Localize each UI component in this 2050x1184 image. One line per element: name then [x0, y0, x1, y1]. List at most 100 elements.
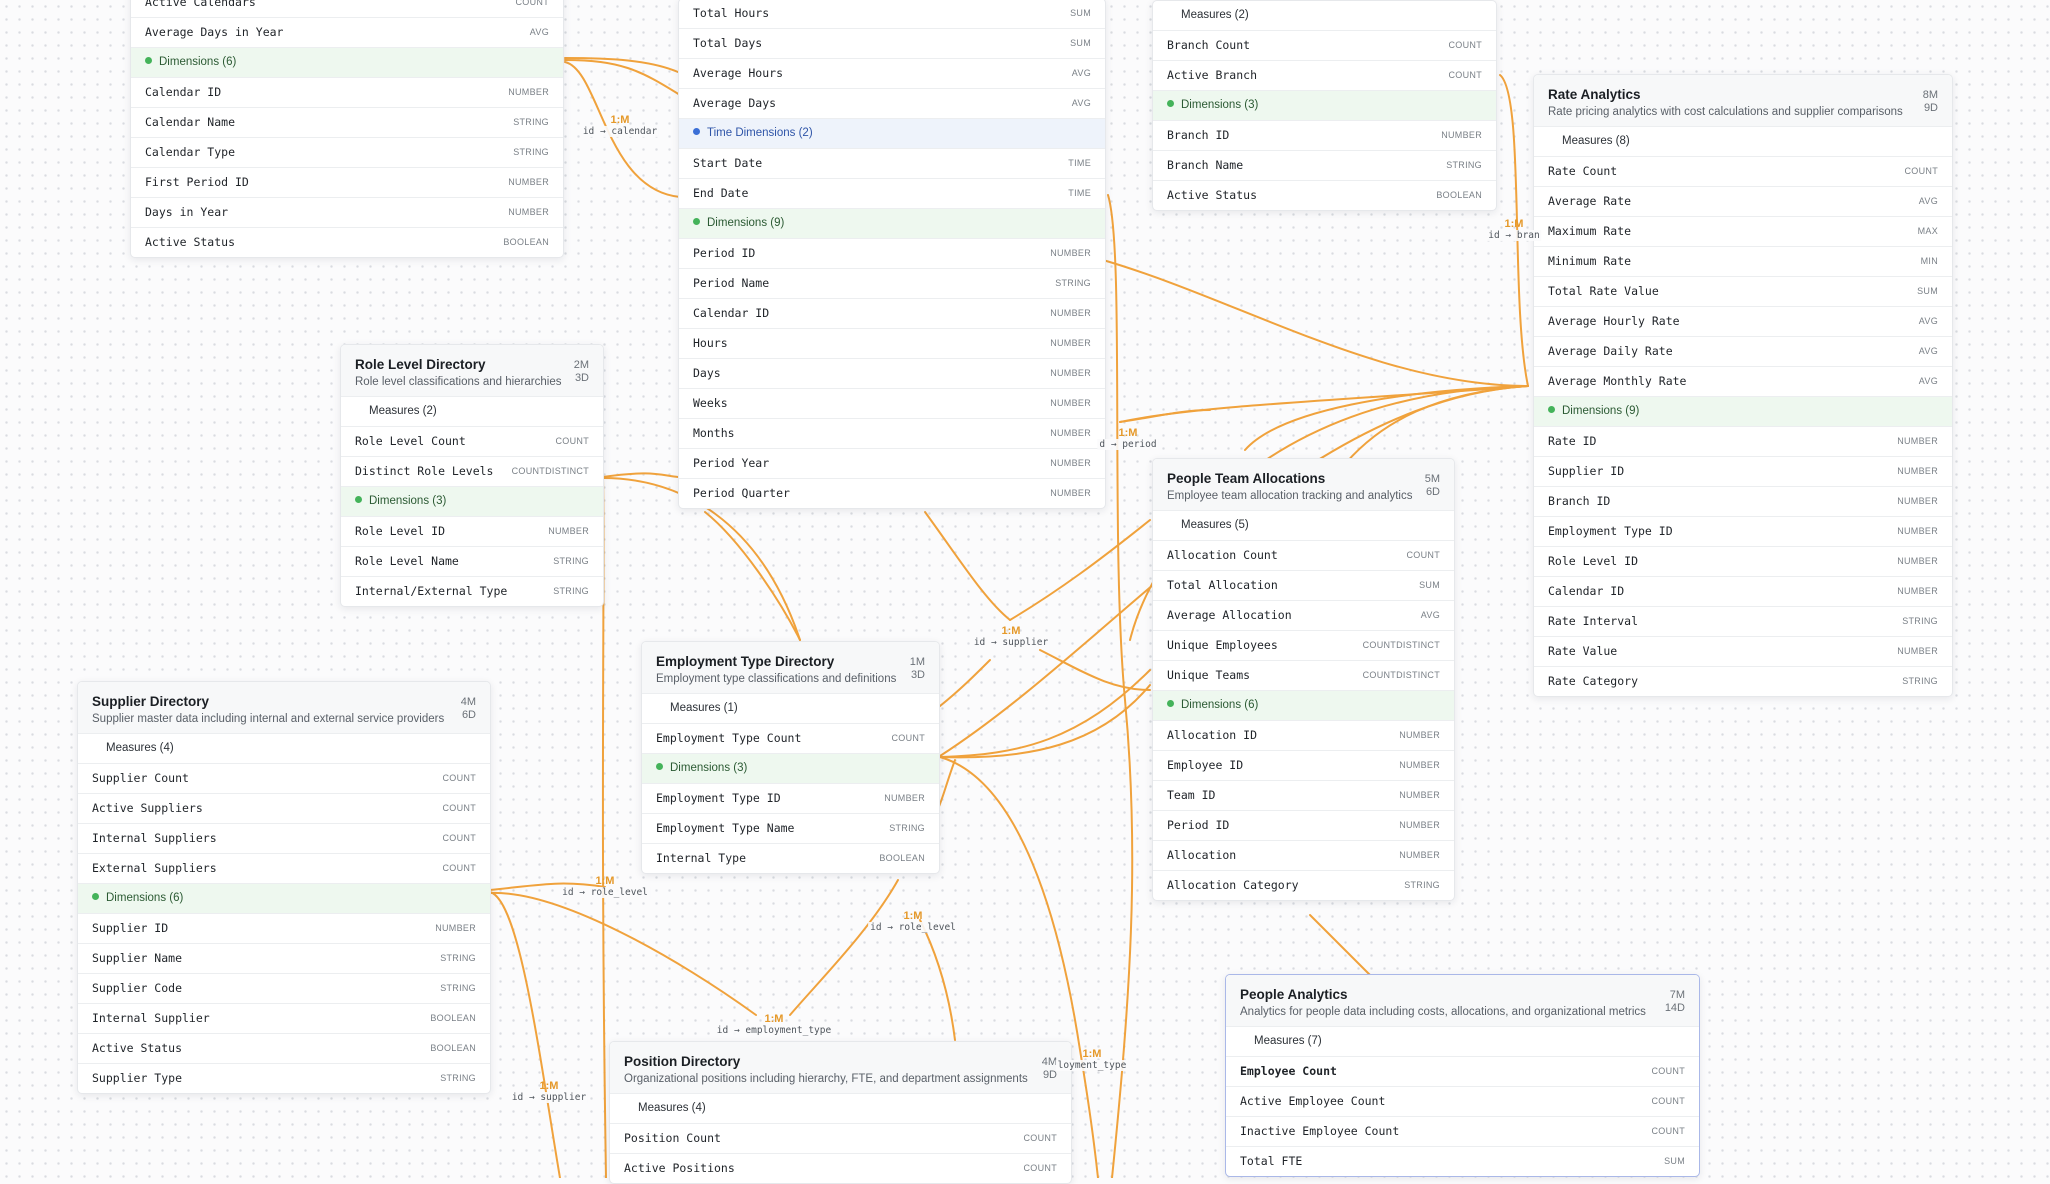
dimension-row[interactable]: Active Status BOOLEAN [1153, 181, 1496, 210]
dimension-row[interactable]: Period Name STRING [679, 269, 1105, 299]
dimension-row[interactable]: Days in Year NUMBER [131, 198, 563, 228]
measure-row[interactable]: Unique Teams COUNTDISTINCT [1153, 661, 1454, 691]
measures-section-header[interactable]: Measures (4) [610, 1094, 1071, 1124]
entity-card-branches[interactable]: Measures (2) Branch Count COUNT Active Bran… [1152, 0, 1497, 211]
dimension-row[interactable]: Employee ID NUMBER [1153, 751, 1454, 781]
entity-header[interactable]: Supplier Directory Supplier master data i… [78, 682, 490, 734]
measure-row[interactable]: Total Allocation SUM [1153, 571, 1454, 601]
measure-row[interactable]: Unique Employees COUNTDISTINCT [1153, 631, 1454, 661]
measure-row[interactable]: External Suppliers COUNT [78, 854, 490, 884]
measure-row[interactable]: Average Allocation AVG [1153, 601, 1454, 631]
measure-row[interactable]: Average Rate AVG [1534, 187, 1952, 217]
measure-row[interactable]: Total Rate Value SUM [1534, 277, 1952, 307]
dimension-row[interactable]: Internal/External Type STRING [341, 577, 603, 606]
entity-card-suppliers[interactable]: Supplier Directory Supplier master data i… [77, 681, 491, 1094]
entity-card-employment-types[interactable]: Employment Type Directory Employment type… [641, 641, 940, 874]
measure-row[interactable]: Maximum Rate MAX [1534, 217, 1952, 247]
dimension-row[interactable]: Calendar ID NUMBER [679, 299, 1105, 329]
edge-label-calendar[interactable]: 1:M id → calendar [580, 114, 660, 137]
time-dimensions-section-header[interactable]: Time Dimensions (2) [679, 119, 1105, 149]
measure-row[interactable]: Employment Type Count COUNT [642, 724, 939, 754]
dimension-row[interactable]: Supplier Code STRING [78, 974, 490, 1004]
measure-row[interactable]: Active Calendars COUNT [131, 0, 563, 18]
measure-row[interactable]: Active Branch COUNT [1153, 61, 1496, 91]
dimension-row[interactable]: Supplier ID NUMBER [78, 914, 490, 944]
dimension-row[interactable]: Allocation NUMBER [1153, 841, 1454, 871]
dimension-row[interactable]: Weeks NUMBER [679, 389, 1105, 419]
measure-row[interactable]: Employee Count COUNT [1226, 1057, 1699, 1087]
dimension-row[interactable]: Months NUMBER [679, 419, 1105, 449]
entity-header[interactable]: Role Level Directory Role level classific… [341, 345, 603, 397]
dimensions-section-header[interactable]: Dimensions (3) [341, 487, 603, 517]
measures-section-header[interactable]: Measures (2) [341, 397, 603, 427]
dimension-row[interactable]: Period Quarter NUMBER [679, 479, 1105, 508]
measures-section-header[interactable]: Measures (2) [1153, 1, 1496, 31]
measure-row[interactable]: Branch Count COUNT [1153, 31, 1496, 61]
measure-row[interactable]: Allocation Count COUNT [1153, 541, 1454, 571]
measure-row[interactable]: Average Hourly Rate AVG [1534, 307, 1952, 337]
dimension-row[interactable]: Hours NUMBER [679, 329, 1105, 359]
dimension-row[interactable]: Branch ID NUMBER [1153, 121, 1496, 151]
edge-label-supplier-mid[interactable]: 1:M id → supplier [971, 625, 1051, 648]
measure-row[interactable]: Average Daily Rate AVG [1534, 337, 1952, 367]
measure-row[interactable]: Active Suppliers COUNT [78, 794, 490, 824]
dimension-row[interactable]: Allocation ID NUMBER [1153, 721, 1454, 751]
dimension-row[interactable]: Allocation Category STRING [1153, 871, 1454, 900]
dimension-row[interactable]: Supplier Type STRING [78, 1064, 490, 1093]
measure-row[interactable]: Total Hours SUM [679, 0, 1105, 29]
dimension-row[interactable]: Role Level ID NUMBER [341, 517, 603, 547]
measures-section-header[interactable]: Measures (8) [1534, 127, 1952, 157]
edge-label-branch[interactable]: 1:M id → bran [1486, 218, 1542, 241]
dimension-row[interactable]: First Period ID NUMBER [131, 168, 563, 198]
dimension-row[interactable]: Calendar ID NUMBER [1534, 577, 1952, 607]
dimension-row[interactable]: Team ID NUMBER [1153, 781, 1454, 811]
measure-row[interactable]: Average Days in Year AVG [131, 18, 563, 48]
measure-row[interactable]: Total FTE SUM [1226, 1147, 1699, 1176]
entity-card-calendars[interactable]: Active Calendars COUNT Average Days in Yea… [130, 0, 564, 258]
dimension-row[interactable]: End Date TIME [679, 179, 1105, 209]
dimension-row[interactable]: Internal Supplier BOOLEAN [78, 1004, 490, 1034]
measure-row[interactable]: Inactive Employee Count COUNT [1226, 1117, 1699, 1147]
dimension-row[interactable]: Rate ID NUMBER [1534, 427, 1952, 457]
dimensions-section-header[interactable]: Dimensions (9) [1534, 397, 1952, 427]
entity-card-positions[interactable]: Position Directory Organizational positio… [609, 1041, 1072, 1184]
measures-section-header[interactable]: Measures (4) [78, 734, 490, 764]
dimensions-section-header[interactable]: Dimensions (9) [679, 209, 1105, 239]
measure-row[interactable]: Average Hours AVG [679, 59, 1105, 89]
measure-row[interactable]: Supplier Count COUNT [78, 764, 490, 794]
entity-card-rate-analytics[interactable]: Rate Analytics Rate pricing analytics wit… [1533, 74, 1953, 697]
measure-row[interactable]: Total Days SUM [679, 29, 1105, 59]
dimension-row[interactable]: Calendar Type STRING [131, 138, 563, 168]
dimension-row[interactable]: Rate Interval STRING [1534, 607, 1952, 637]
entity-header[interactable]: Employment Type Directory Employment type… [642, 642, 939, 694]
dimension-row[interactable]: Role Level Name STRING [341, 547, 603, 577]
dimension-row[interactable]: Branch Name STRING [1153, 151, 1496, 181]
measure-row[interactable]: Distinct Role Levels COUNTDISTINCT [341, 457, 603, 487]
entity-card-team-allocations[interactable]: People Team Allocations Employee team all… [1152, 458, 1455, 901]
dimension-row[interactable]: Employment Type ID NUMBER [1534, 517, 1952, 547]
measures-section-header[interactable]: Measures (5) [1153, 511, 1454, 541]
dimension-row[interactable]: Active Status BOOLEAN [131, 228, 563, 257]
entity-card-role-levels[interactable]: Role Level Directory Role level classific… [340, 344, 604, 607]
entity-card-people-analytics[interactable]: People Analytics Analytics for people dat… [1225, 974, 1700, 1177]
measure-row[interactable]: Active Employee Count COUNT [1226, 1087, 1699, 1117]
edge-label-employment-type-mid[interactable]: 1:M id → employment_type [714, 1013, 834, 1036]
measure-row[interactable]: Internal Suppliers COUNT [78, 824, 490, 854]
dimension-row[interactable]: Calendar ID NUMBER [131, 78, 563, 108]
dimension-row[interactable]: Rate Value NUMBER [1534, 637, 1952, 667]
dimension-row[interactable]: Period ID NUMBER [679, 239, 1105, 269]
dimension-row[interactable]: Internal Type BOOLEAN [642, 844, 939, 873]
measure-row[interactable]: Role Level Count COUNT [341, 427, 603, 457]
dimensions-section-header[interactable]: Dimensions (6) [1153, 691, 1454, 721]
edge-label-supplier-low[interactable]: 1:M id → supplier [509, 1080, 589, 1103]
dimension-row[interactable]: Calendar Name STRING [131, 108, 563, 138]
dimensions-section-header[interactable]: Dimensions (6) [131, 48, 563, 78]
dimension-row[interactable]: Employment Type Name STRING [642, 814, 939, 844]
dimension-row[interactable]: Period Year NUMBER [679, 449, 1105, 479]
dimension-row[interactable]: Rate Category STRING [1534, 667, 1952, 696]
edge-label-employment-type-right[interactable]: 1:M loyment_type [1055, 1048, 1129, 1071]
entity-header[interactable]: People Analytics Analytics for people dat… [1226, 975, 1699, 1027]
dimensions-section-header[interactable]: Dimensions (3) [1153, 91, 1496, 121]
dimension-row[interactable]: Supplier Name STRING [78, 944, 490, 974]
measure-row[interactable]: Active Positions COUNT [610, 1154, 1071, 1183]
